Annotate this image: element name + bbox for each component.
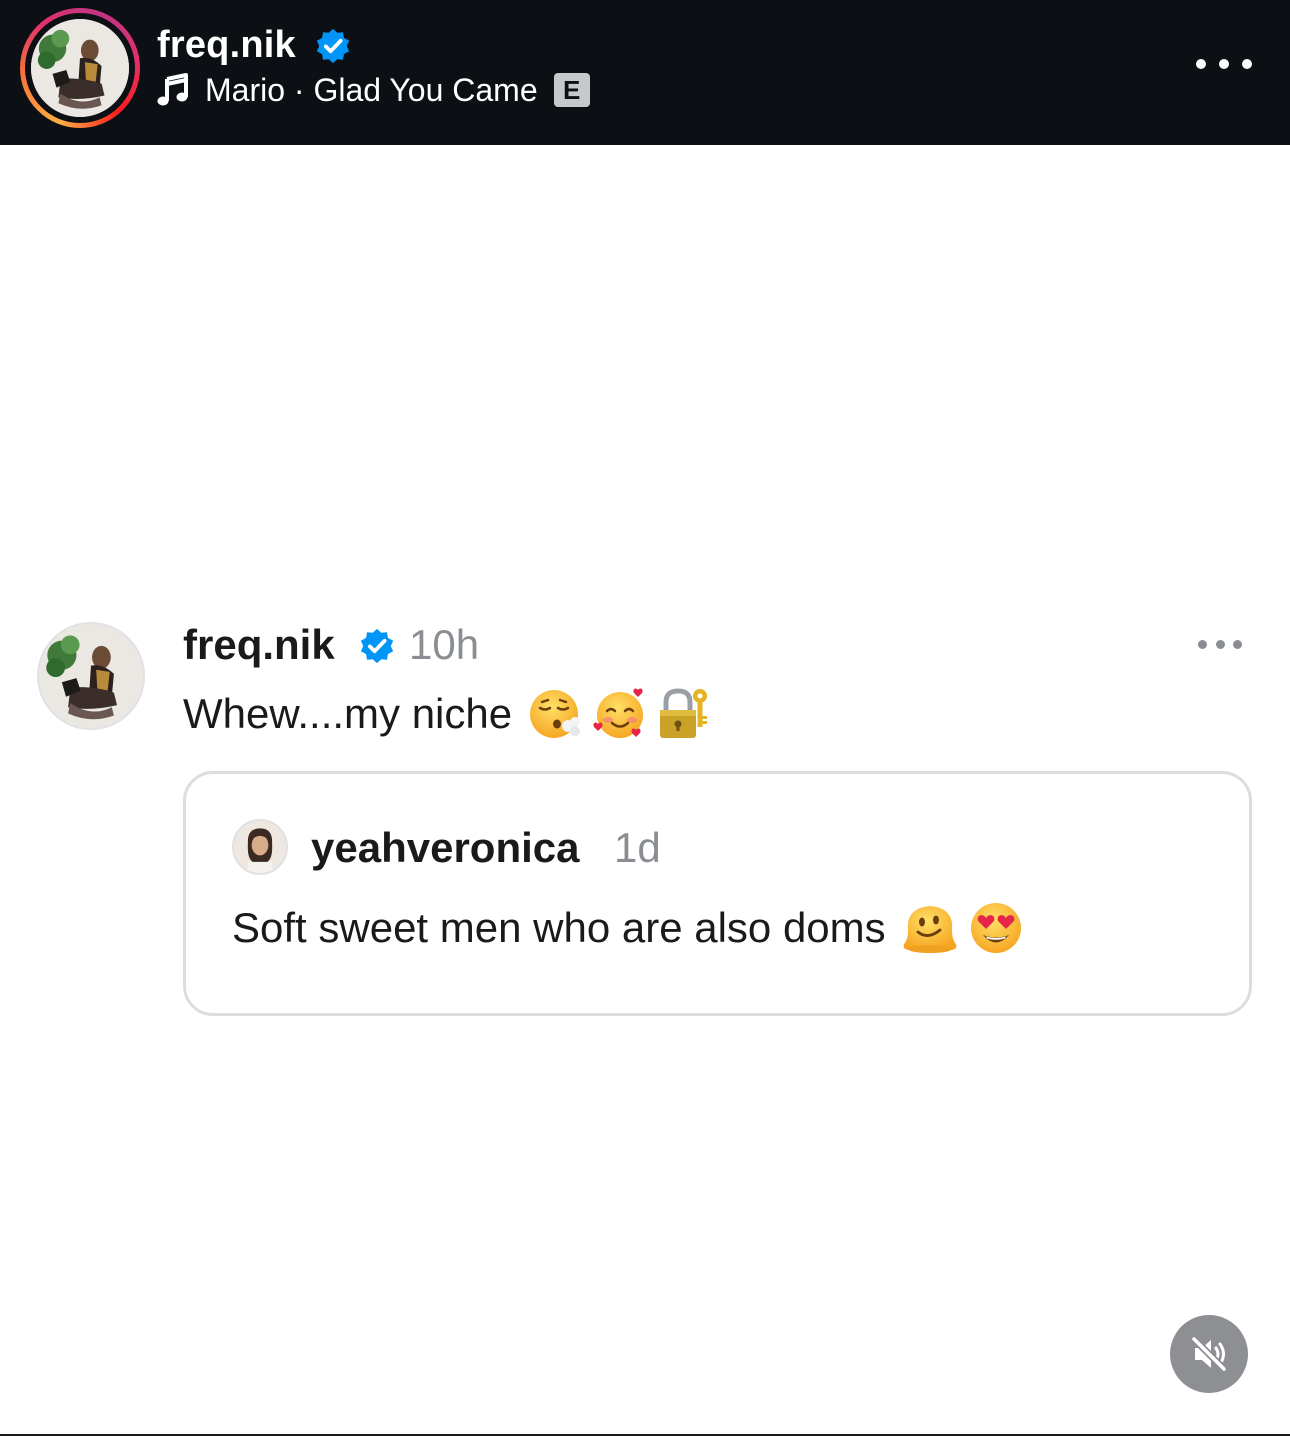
avatar-photo-icon — [39, 624, 143, 728]
story-header: freq.nik Mario · Glad You Came E — [0, 0, 1290, 145]
music-row[interactable]: Mario · Glad You Came E — [157, 70, 590, 110]
quoted-avatar — [232, 819, 288, 875]
more-dot — [1233, 639, 1242, 649]
post-caption-text: Whew....my niche — [183, 690, 513, 737]
face-exhaling-emoji — [530, 690, 581, 738]
more-dot — [1215, 639, 1225, 649]
post-more-options-icon[interactable] — [1198, 636, 1242, 652]
smiling-face-with-hearts-emoji — [593, 688, 644, 738]
post-caption: Whew....my niche — [183, 686, 712, 742]
quoted-username[interactable]: yeahveronica — [311, 822, 580, 874]
more-dot — [1196, 59, 1206, 69]
heart-eyes-emoji — [970, 903, 1021, 953]
more-dot — [1219, 59, 1229, 69]
music-track-label: Mario · Glad You Came — [205, 72, 538, 108]
more-options-icon[interactable] — [1196, 50, 1252, 78]
story-avatar-ring[interactable] — [20, 8, 140, 128]
quoted-emoji-row — [902, 900, 1024, 956]
locked-with-key-emoji — [660, 688, 708, 738]
quoted-avatar-photo-icon — [234, 821, 286, 873]
quoted-timestamp: 1d — [614, 824, 661, 871]
post-avatar[interactable] — [37, 622, 145, 730]
post-timestamp: 10h — [409, 621, 480, 668]
quoted-caption: Soft sweet men who are also doms — [232, 900, 1024, 956]
post-emoji-row — [528, 686, 712, 742]
more-dot — [1242, 59, 1252, 69]
verified-badge-icon — [360, 628, 394, 664]
avatar — [31, 19, 129, 117]
post-username[interactable]: freq.nik — [183, 620, 335, 670]
header-username[interactable]: freq.nik — [157, 22, 296, 68]
verified-badge-icon — [316, 28, 350, 64]
melting-face-emoji — [903, 906, 957, 953]
avatar-photo-icon — [31, 19, 129, 117]
avatar — [39, 624, 143, 728]
more-dot — [1198, 639, 1207, 649]
explicit-badge: E — [553, 73, 590, 107]
music-note-icon — [157, 73, 188, 106]
quoted-caption-text: Soft sweet men who are also doms — [232, 904, 886, 951]
speaker-muted-icon — [1190, 1335, 1228, 1373]
mute-toggle-button[interactable] — [1170, 1315, 1248, 1393]
quoted-post-card[interactable]: yeahveronica 1d Soft sweet men who are a… — [183, 771, 1252, 1016]
